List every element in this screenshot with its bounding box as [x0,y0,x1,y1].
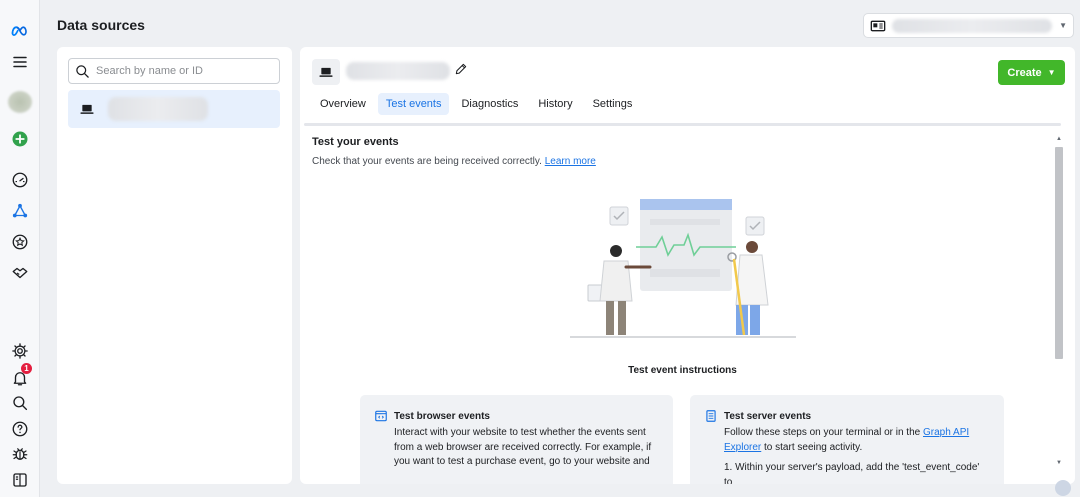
laptop-icon [312,59,340,85]
menu-icon[interactable] [8,50,32,74]
data-source-detail-panel: Create ▼ Overview Test events Diagnostic… [300,47,1075,484]
add-icon[interactable] [8,127,32,151]
meta-logo-icon[interactable] [8,19,32,43]
create-button-label: Create [1007,66,1042,79]
browser-card-body: Interact with your website to test wheth… [394,427,652,467]
data-source-item[interactable] [68,90,280,128]
scroll-up-arrow-icon[interactable]: ▲ [1055,135,1063,143]
server-events-card: Test server events Follow these steps on… [690,395,1004,484]
settings-icon[interactable] [8,339,32,363]
data-source-title-redacted [346,62,450,80]
scroll-thumb[interactable] [1055,147,1063,359]
globe-icon[interactable] [1055,480,1071,496]
search-input[interactable] [96,65,266,77]
page-title: Data sources [57,17,145,33]
star-icon[interactable] [8,230,32,254]
events-manager-icon[interactable] [8,199,32,223]
bug-icon[interactable] [8,442,32,466]
tab-diagnostics[interactable]: Diagnostics [453,93,526,115]
search-box[interactable] [68,58,280,84]
chevron-down-icon: ▼ [1047,68,1056,77]
pencil-icon[interactable] [454,62,470,78]
section-description: Check that your events are being receive… [312,156,596,167]
laptop-icon [80,103,94,115]
bell-icon[interactable]: 1 [8,363,32,390]
tab-history[interactable]: History [530,93,580,115]
tab-divider [304,123,1061,126]
data-source-name-redacted [108,97,208,121]
search-icon [75,64,90,79]
help-icon[interactable] [8,417,32,441]
content-scrollbar[interactable]: ▲ ▼ [1054,135,1064,469]
server-icon [704,409,718,423]
server-card-body: Follow these steps on your terminal or i… [704,426,990,484]
notification-badge: 1 [21,363,32,374]
server-body-before: Follow these steps on your terminal or i… [724,427,921,438]
server-card-title: Test server events [724,410,812,422]
panel-icon[interactable] [8,468,32,492]
test-events-illustration [570,199,796,338]
browser-card-title: Test browser events [394,410,490,422]
section-title: Test your events [312,136,399,148]
browser-events-card: Test browser events Interact with your w… [360,395,673,484]
tab-bar: Overview Test events Diagnostics History… [312,93,640,115]
description-text: Check that your events are being receive… [312,156,542,167]
scroll-down-arrow-icon[interactable]: ▼ [1055,459,1063,467]
account-selector[interactable]: ▼ [863,13,1074,38]
partner-icon[interactable] [8,261,32,285]
dashboard-icon[interactable] [8,168,32,192]
tab-settings[interactable]: Settings [585,93,641,115]
learn-more-link[interactable]: Learn more [545,156,596,167]
search-icon[interactable] [8,391,32,415]
create-button[interactable]: Create ▼ [998,60,1065,85]
tab-test-events[interactable]: Test events [377,93,450,115]
data-sources-list-panel [57,47,292,484]
chevron-down-icon: ▼ [1059,21,1067,30]
server-body-after: to start seeing activity. [764,441,863,453]
left-nav-rail: 1 [0,0,40,497]
avatar[interactable] [8,90,32,114]
server-step-1: 1. Within your server's payload, add the… [724,462,980,484]
tab-overview[interactable]: Overview [312,93,374,115]
code-icon [374,409,388,423]
business-icon [870,19,886,33]
instructions-label: Test event instructions [628,365,737,376]
account-name-redacted [892,18,1052,33]
test-events-content: Test your events Check that your events … [300,129,1060,484]
